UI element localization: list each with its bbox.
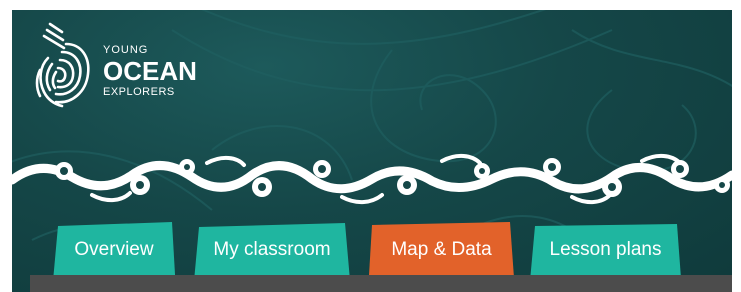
- tab-lesson-plans-label: Lesson plans: [549, 239, 662, 260]
- logo-line-young: YOUNG: [103, 44, 149, 56]
- decorative-scroll-border: [12, 154, 732, 204]
- logo[interactable]: YOUNG OCEAN EXPLORERS: [30, 18, 205, 113]
- tab-map-data-label: Map & Data: [391, 239, 492, 260]
- header-banner: YOUNG OCEAN EXPLORERS Overview My classr…: [12, 10, 732, 292]
- logo-line-explorers: EXPLORERS: [103, 86, 175, 98]
- tab-overview-label: Overview: [74, 239, 154, 260]
- content-panel: [30, 275, 732, 292]
- logo-line-ocean: OCEAN: [103, 56, 197, 86]
- fingerprint-wave-icon: [35, 22, 90, 108]
- logo-text: YOUNG OCEAN EXPLORERS: [103, 44, 197, 98]
- tab-my-classroom-label: My classroom: [213, 239, 331, 260]
